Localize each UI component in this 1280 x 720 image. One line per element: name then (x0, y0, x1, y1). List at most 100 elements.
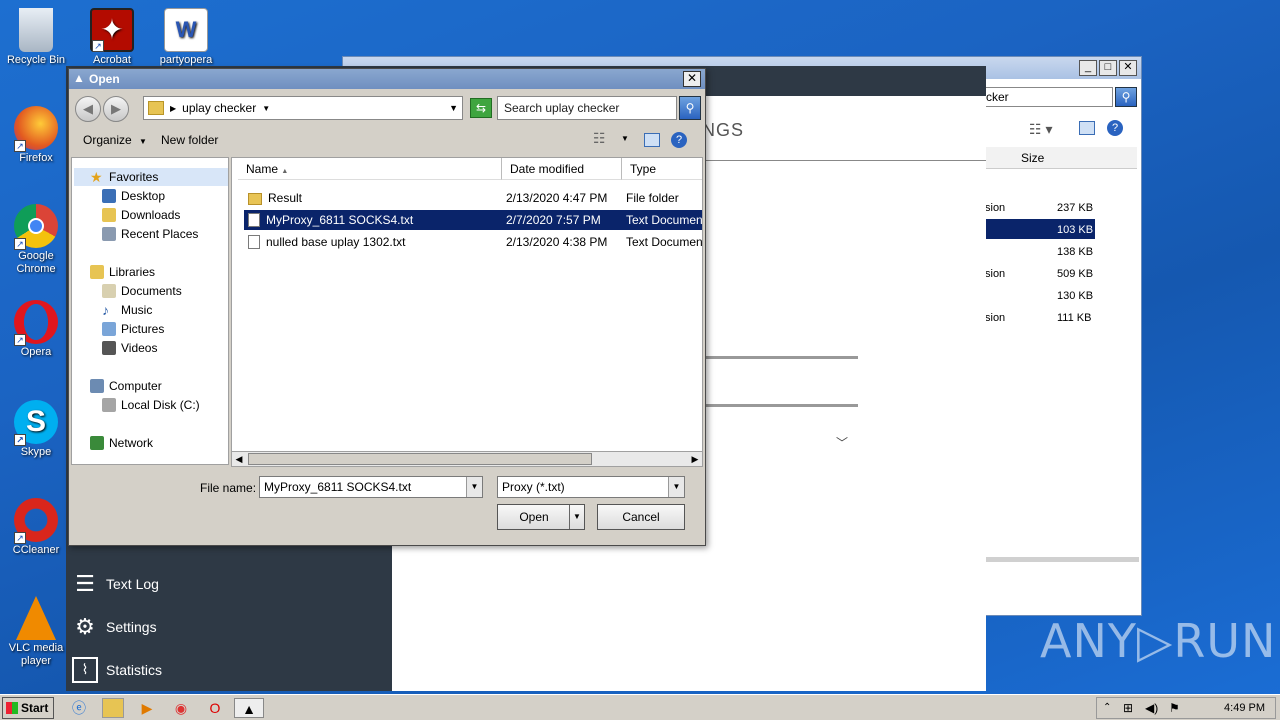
refresh-button[interactable]: ⇆ (470, 98, 492, 118)
forward-button[interactable]: ▶ (103, 96, 129, 122)
file-row[interactable]: nulled base uplay 1302.txt 2/13/2020 4:38… (244, 232, 702, 252)
media-player-icon[interactable]: ▶ (136, 698, 158, 718)
help-icon[interactable]: ? (671, 132, 687, 148)
nav-item-label: Downloads (121, 208, 181, 222)
address-dropdown-icon[interactable]: ▼ (449, 103, 458, 113)
help-icon[interactable]: ? (1107, 120, 1123, 136)
desktop-icon-recycle-bin[interactable]: Recycle Bin (0, 8, 72, 67)
address-bar[interactable]: ▶ uplay checker ▼ ▼ (143, 96, 463, 120)
organize-button[interactable]: Organize ▼ (83, 133, 147, 147)
nav-item-downloads[interactable]: Downloads (102, 208, 180, 222)
nav-item-favorites[interactable]: ★ Favorites (90, 170, 158, 184)
view-options-icon[interactable]: ☷ ▾ (1029, 121, 1052, 138)
desktop-icon-partyopera[interactable]: W partyopera (150, 8, 222, 67)
column-header-type[interactable]: Type (622, 158, 702, 180)
file-name-text: Result (268, 191, 303, 205)
desktop-icon-vlc[interactable]: VLC media player (0, 596, 72, 668)
chevron-down-icon[interactable]: ▼ (621, 134, 629, 143)
nav-item-recent-places[interactable]: Recent Places (102, 227, 198, 241)
file-explorer-icon[interactable] (102, 698, 124, 718)
desktop-icon-firefox[interactable]: ↗ Firefox (0, 106, 72, 165)
opera-icon[interactable]: O (204, 698, 226, 718)
search-input[interactable]: Search uplay checker (497, 96, 677, 120)
file-type-filter-select[interactable]: Proxy (*.txt) ▼ (497, 476, 685, 498)
desktop-icon-skype[interactable]: S ↗ Skype (0, 400, 72, 459)
minimize-button[interactable]: _ (1079, 60, 1097, 76)
background-explorer-row[interactable]: 138 KB (983, 243, 1137, 263)
chrome-icon[interactable]: ◉ (170, 698, 192, 718)
desktop-icon-ccleaner[interactable]: ↗ CCleaner (0, 498, 72, 557)
file-date-cell: 2/13/2020 4:38 PM (506, 235, 608, 249)
background-explorer-search[interactable]: cker (983, 87, 1113, 107)
desktop-icon-label: CCleaner (12, 544, 60, 556)
chart-icon: ⌇ (72, 657, 98, 683)
sidebar-item-text-log[interactable]: ☰ Text Log (72, 571, 159, 597)
background-explorer-divider (983, 557, 1139, 562)
background-explorer-row[interactable]: 130 KB (983, 287, 1137, 307)
scrollbar-thumb[interactable] (248, 453, 592, 465)
file-name-field[interactable]: MyProxy_6811 SOCKS4.txt ▼ (259, 476, 483, 498)
checker-app-icon[interactable]: ▲ (234, 698, 264, 718)
scroll-right-icon[interactable]: ▶ (688, 452, 702, 466)
new-folder-button[interactable]: New folder (161, 133, 218, 147)
file-name-value: MyProxy_6811 SOCKS4.txt (264, 480, 412, 494)
sidebar-item-settings[interactable]: ⚙ Settings (72, 614, 156, 640)
preview-pane-icon[interactable] (1079, 121, 1095, 135)
chevron-down-icon[interactable]: ▼ (466, 477, 482, 497)
clock[interactable]: 4:49 PM (1224, 702, 1265, 714)
cancel-button[interactable]: Cancel (597, 504, 685, 530)
breadcrumb-chevron-icon[interactable]: ▼ (262, 104, 270, 113)
background-explorer-row[interactable]: sion 509 KB (983, 265, 1137, 285)
nav-item-computer[interactable]: Computer (90, 379, 162, 393)
maximize-button[interactable]: □ (1099, 60, 1117, 76)
horizontal-scrollbar[interactable]: ◀ ▶ (231, 451, 703, 467)
background-explorer-row[interactable]: 103 KB (983, 221, 1137, 241)
nav-item-desktop[interactable]: Desktop (102, 189, 165, 203)
file-row[interactable]: Result 2/13/2020 4:47 PM File folder (244, 188, 702, 208)
nav-item-music[interactable]: ♪ Music (102, 303, 152, 317)
breadcrumb-item[interactable]: uplay checker (182, 101, 256, 115)
sidebar-item-statistics[interactable]: ⌇ Statistics (72, 657, 162, 683)
sidebar-item-label: Text Log (106, 576, 159, 592)
column-header-date[interactable]: Date modified (502, 158, 622, 180)
nav-item-pictures[interactable]: Pictures (102, 322, 164, 336)
shortcut-arrow-icon: ↗ (14, 140, 26, 152)
view-options-icon[interactable]: ☷ (593, 130, 606, 147)
desktop-icon-opera[interactable]: ↗ Opera (0, 300, 72, 359)
background-explorer-row[interactable]: sion 237 KB (983, 199, 1137, 219)
chevron-down-icon[interactable]: ▼ (668, 477, 684, 497)
search-icon[interactable]: ⚲ (1115, 87, 1137, 107)
preview-pane-icon[interactable] (644, 133, 660, 147)
nav-item-libraries[interactable]: Libraries (90, 265, 155, 279)
dialog-command-bar: Organize ▼ New folder ☷ ▼ ? (69, 127, 705, 153)
search-icon[interactable]: ⚲ (679, 96, 701, 120)
open-button[interactable]: Open ▼ (497, 504, 585, 530)
desktop-icon-chrome[interactable]: ↗ Google Chrome (0, 204, 72, 276)
column-size-header[interactable]: Size (1021, 151, 1044, 165)
firefox-icon: ↗ (14, 106, 58, 152)
nav-item-network[interactable]: Network (90, 436, 153, 450)
start-button[interactable]: Start (2, 697, 54, 719)
column-header-name[interactable]: Name ▲ (238, 158, 502, 180)
dialog-title: Open (89, 72, 120, 86)
action-center-flag-icon[interactable]: ⚑ (1169, 701, 1180, 715)
tray-expand-icon[interactable]: ⌃ (1103, 702, 1111, 713)
open-dropdown-icon[interactable]: ▼ (569, 505, 584, 529)
nav-item-videos[interactable]: Videos (102, 341, 157, 355)
back-button[interactable]: ◀ (75, 96, 101, 122)
network-tray-icon[interactable]: ⊞ (1123, 701, 1133, 715)
nav-item-local-disk[interactable]: Local Disk (C:) (102, 398, 200, 412)
close-button[interactable]: ✕ (1119, 60, 1137, 76)
open-file-dialog[interactable]: ▲ Open ✕ ◀ ▶ ▶ uplay checker ▼ ▼ ⇆ Searc… (68, 68, 706, 546)
file-type-cell: File folder (626, 191, 679, 205)
chevron-down-icon[interactable]: ﹀ (836, 434, 848, 451)
nav-item-documents[interactable]: Documents (102, 284, 182, 298)
close-button[interactable]: ✕ (683, 71, 701, 87)
recent-places-icon (102, 227, 116, 241)
file-row[interactable]: MyProxy_6811 SOCKS4.txt 2/7/2020 7:57 PM T… (244, 210, 702, 230)
volume-icon[interactable]: ◀) (1145, 701, 1158, 715)
desktop-icon-acrobat[interactable]: ✦ ↗ Acrobat (76, 8, 148, 67)
background-explorer-row[interactable]: sion 111 KB (983, 309, 1137, 329)
internet-explorer-icon[interactable]: ⓔ (68, 698, 90, 718)
scroll-left-icon[interactable]: ◀ (232, 452, 246, 466)
